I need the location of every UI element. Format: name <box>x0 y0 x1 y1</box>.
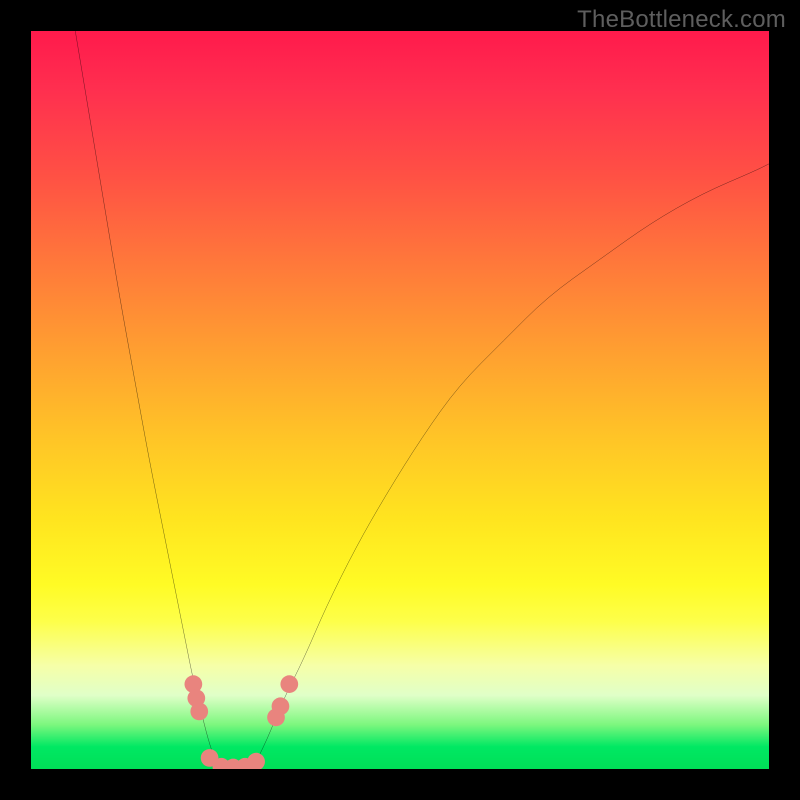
data-marker <box>247 753 265 769</box>
plot-area <box>31 31 769 769</box>
left-curve <box>75 31 223 769</box>
marker-layer <box>185 675 299 769</box>
right-curve <box>252 164 769 769</box>
chart-svg <box>31 31 769 769</box>
chart-frame: TheBottleneck.com <box>0 0 800 800</box>
data-marker <box>190 703 208 721</box>
data-marker <box>280 675 298 693</box>
data-marker <box>272 697 290 715</box>
watermark-text: TheBottleneck.com <box>577 6 786 34</box>
